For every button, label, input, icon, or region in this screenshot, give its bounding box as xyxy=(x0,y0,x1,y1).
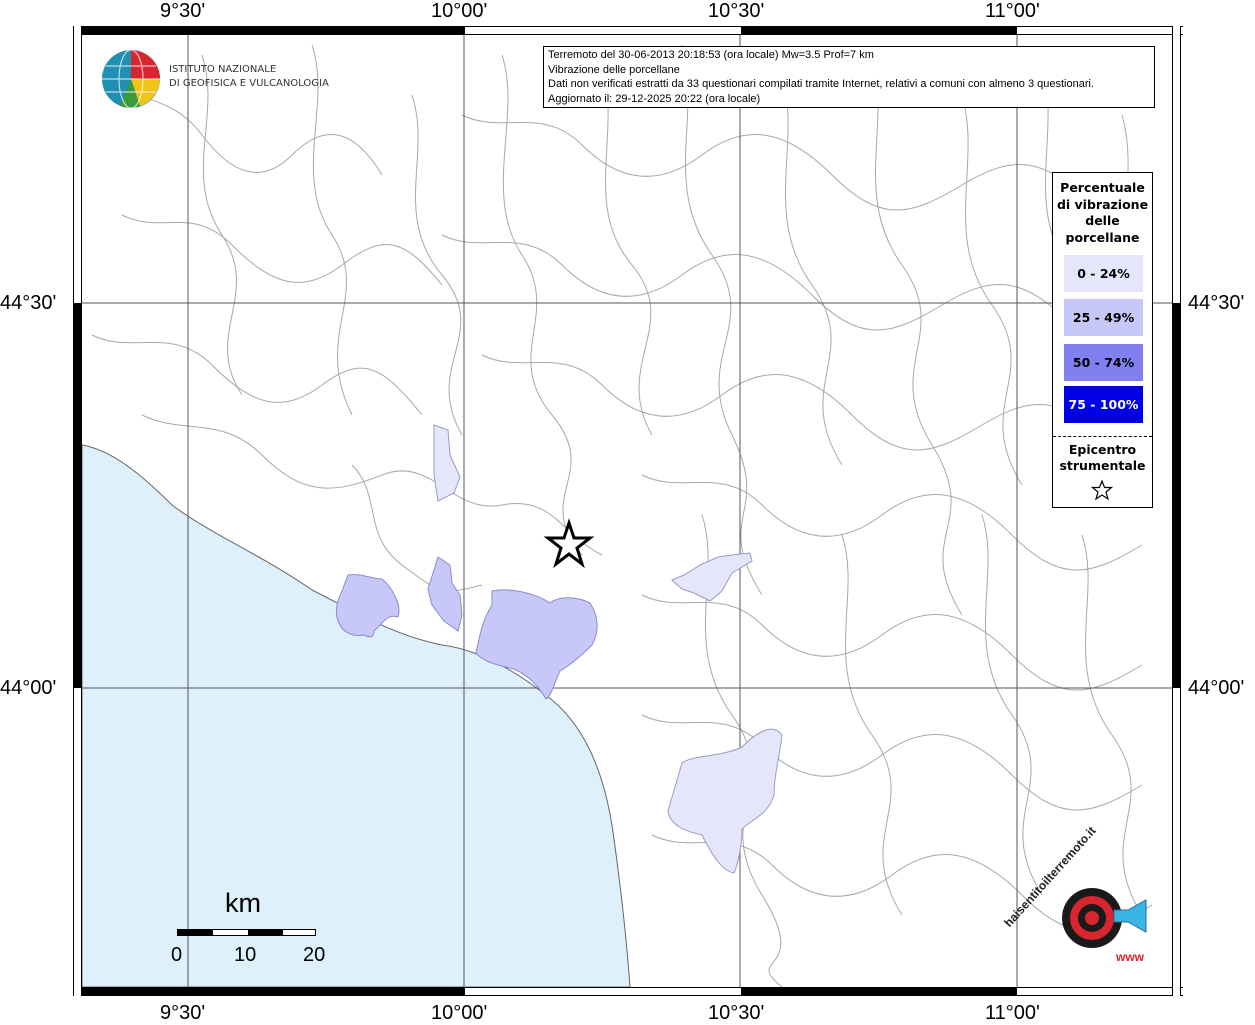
lat-label-right-2: 44°00' xyxy=(1188,677,1245,699)
event-data-note: Dati non verificati estratti da 33 quest… xyxy=(548,78,1094,90)
logo-text-line1: ISTITUTO NAZIONALE xyxy=(169,64,277,75)
lon-label-top-3: 10°30' xyxy=(708,0,765,22)
globe-icon xyxy=(102,49,160,109)
frame-left xyxy=(73,26,82,996)
event-subtitle: Vibrazione delle porcellane xyxy=(548,63,680,76)
lon-label-bottom-4: 11°00' xyxy=(985,1002,1040,1024)
lon-label-bottom-1: 9°30' xyxy=(160,1002,206,1024)
scale-label-20: 20 xyxy=(303,944,326,966)
sea-area xyxy=(82,444,631,987)
legend-class-0-24: 0 - 24% xyxy=(1064,255,1143,292)
legend-class-25-49: 25 - 49% xyxy=(1064,299,1143,336)
scale-bar: km 0 10 20 xyxy=(170,886,340,966)
epicenter-star[interactable] xyxy=(543,518,595,569)
watermark-www: www xyxy=(1116,950,1145,964)
lon-label-bottom-2: 10°00' xyxy=(431,1002,488,1024)
frame-right xyxy=(1172,26,1181,996)
lon-label-top-4: 11°00' xyxy=(985,0,1040,22)
lon-label-top-1: 9°30' xyxy=(160,0,206,22)
legend-epicenter-label: Epicentro strumentale xyxy=(1059,442,1146,473)
map-canvas[interactable] xyxy=(82,35,1172,987)
watermark-logo: haisentitoilterremoto.it www xyxy=(1001,824,1170,976)
legend: Percentuale di vibrazione delle porcella… xyxy=(1052,172,1153,508)
legend-title: Percentuale di vibrazione delle porcella… xyxy=(1056,180,1149,245)
lon-label-bottom-3: 10°30' xyxy=(708,1002,765,1024)
scale-bar-track xyxy=(177,929,316,936)
lat-label-left-1: 44°30' xyxy=(0,292,57,314)
scale-unit: km xyxy=(225,888,261,918)
frame-top xyxy=(73,26,1183,35)
legend-separator xyxy=(1053,436,1152,437)
lat-label-right-1: 44°30' xyxy=(1188,292,1245,314)
event-updated: Aggiornato il: 29-12-2025 20:22 (ora loc… xyxy=(548,92,761,105)
legend-class-50-74: 50 - 74% xyxy=(1064,344,1143,381)
event-info-box: Terremoto del 30-06-2013 20:18:53 (ora l… xyxy=(543,46,1155,108)
ingv-logo: ISTITUTO NAZIONALE DI GEOFISICA E VULCAN… xyxy=(100,48,329,110)
legend-class-75-100: 75 - 100% xyxy=(1064,386,1143,423)
megaphone-icon xyxy=(1113,899,1147,933)
scale-label-0: 0 xyxy=(171,944,183,966)
lon-label-top-2: 10°00' xyxy=(431,0,488,22)
lat-label-left-2: 44°00' xyxy=(0,677,57,699)
frame-bottom xyxy=(73,987,1183,996)
logo-text-line2: DI GEOFISICA E VULCANOLOGIA xyxy=(169,78,329,89)
star-outline-icon xyxy=(1091,479,1113,501)
scale-label-10: 10 xyxy=(234,944,257,966)
event-title: Terremoto del 30-06-2013 20:18:53 (ora l… xyxy=(548,49,874,61)
